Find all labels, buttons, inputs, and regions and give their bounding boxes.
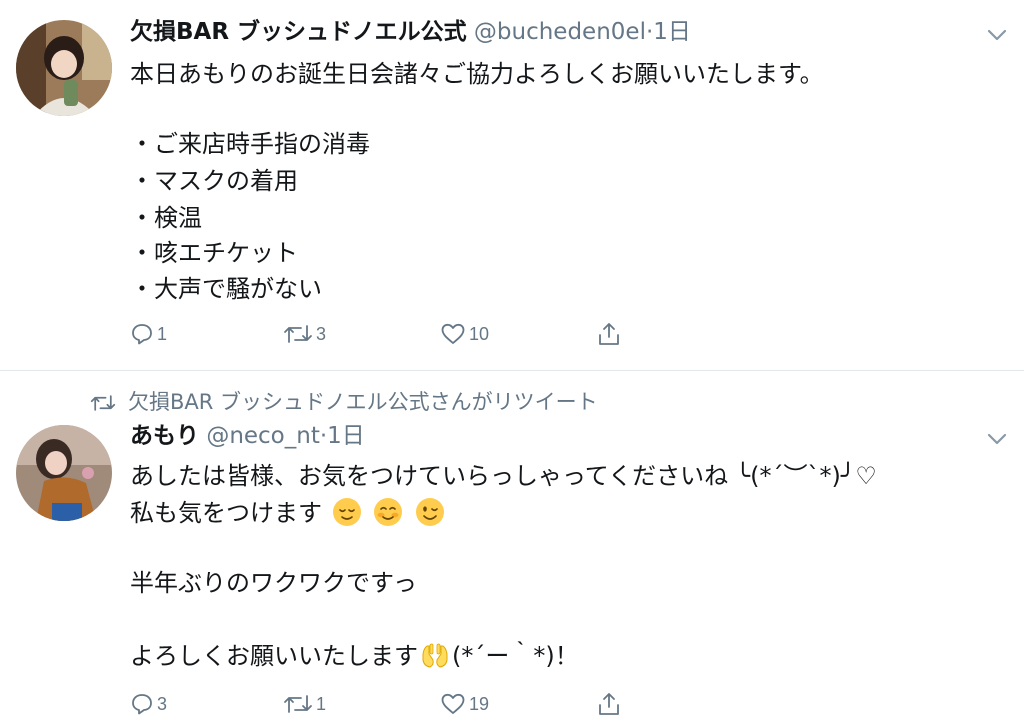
- chevron-down-icon[interactable]: [984, 22, 1010, 48]
- share-icon: [599, 693, 619, 715]
- retweet-icon: [90, 395, 116, 411]
- winking-face-icon: [415, 498, 444, 526]
- reply-button[interactable]: 1: [130, 317, 167, 351]
- tweet-text-line: 半年ぶりのワクワクですっ: [130, 569, 418, 597]
- timestamp[interactable]: ·1日: [320, 423, 365, 449]
- retweet-button[interactable]: 1: [283, 687, 326, 721]
- avatar-neco_nt[interactable]: [16, 425, 112, 521]
- like-button[interactable]: 10: [440, 317, 489, 351]
- share-icon: [599, 323, 619, 345]
- retweeted-by-label[interactable]: 欠損BAR ブッシュドノエル公式さんがリツイート: [128, 388, 598, 416]
- like-count: 19: [469, 693, 490, 714]
- reply-count: 3: [157, 693, 168, 714]
- palms-up-together-icon: [422, 643, 448, 668]
- retweet-button[interactable]: 3: [283, 317, 326, 351]
- retweet-count: 3: [316, 323, 327, 344]
- tweet-text-span: よろしくお願いいたします: [130, 642, 418, 670]
- tweet-text-line: よろしくお願いいたします (*´ー｀*)！: [130, 640, 579, 672]
- heart-icon: [441, 693, 465, 714]
- reply-button[interactable]: 3: [130, 687, 167, 721]
- tweet-text-span: 私も気をつけます: [130, 499, 322, 527]
- retweet-icon: [284, 325, 312, 343]
- tweet-text-line: ・大声で騒がない: [130, 275, 322, 303]
- relieved-face-icon: [332, 498, 361, 526]
- tweet-divider: [0, 370, 1024, 371]
- share-button[interactable]: [596, 687, 622, 721]
- tweet-text-line: ・マスクの着用: [130, 167, 298, 195]
- user-handle[interactable]: @bucheden0el: [474, 19, 646, 45]
- avatar-bucheden0el[interactable]: [16, 20, 112, 116]
- retweet-count: 1: [316, 693, 327, 714]
- like-button[interactable]: 19: [440, 687, 489, 721]
- tweet-header: あもり @neco_nt·1日: [130, 421, 365, 451]
- tweet-text-line: ・ご来店時手指の消毒: [130, 130, 370, 158]
- display-name[interactable]: あもり: [130, 423, 199, 449]
- reply-count: 1: [157, 323, 168, 344]
- reply-icon: [132, 694, 152, 715]
- user-handle[interactable]: @neco_nt: [206, 423, 320, 449]
- display-name[interactable]: 欠損BAR ブッシュドノエル公式: [130, 19, 467, 45]
- tweet-text-line: あしたは皆様、お気をつけていらっしゃってくださいね ╰(*´︶`*)╯♡: [130, 462, 877, 490]
- chevron-down-icon[interactable]: [984, 426, 1010, 452]
- like-count: 10: [469, 323, 490, 344]
- tweet-text-line: 私も気をつけます: [130, 497, 447, 529]
- share-button[interactable]: [596, 317, 622, 351]
- tweet-text-span: (*´ー｀*)！: [452, 642, 579, 670]
- reply-icon: [132, 324, 152, 345]
- tweet-text-line: 本日あもりのお誕生日会諸々ご協力よろしくお願いいたします。: [130, 60, 824, 88]
- tweet-text-line: ・検温: [130, 204, 202, 232]
- heart-icon: [441, 323, 465, 344]
- smiling-face-icon: [374, 498, 403, 526]
- tweet-header: 欠損BAR ブッシュドノエル公式 @bucheden0el·1日: [130, 17, 691, 47]
- tweet-text-line: ・咳エチケット: [130, 239, 298, 267]
- timestamp[interactable]: ·1日: [646, 19, 691, 45]
- retweet-icon: [284, 695, 312, 713]
